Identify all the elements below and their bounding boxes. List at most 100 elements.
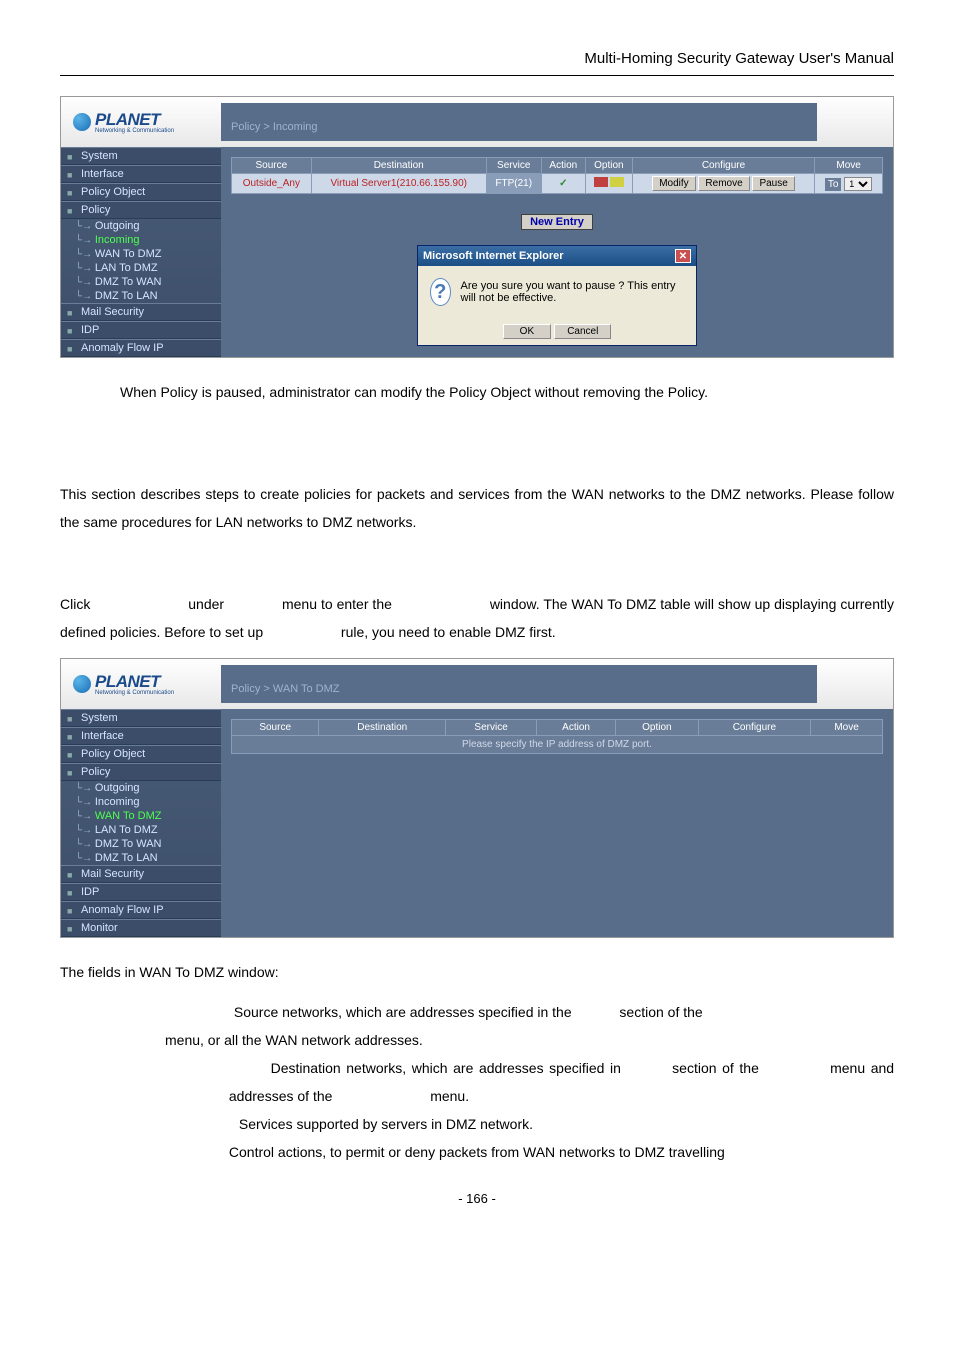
logo-text: PLANET (95, 110, 160, 129)
option-icon-1[interactable] (594, 177, 608, 187)
folder-icon (67, 767, 77, 777)
logo-tagline: Networking & Communication (95, 128, 174, 134)
sidebar-item-wan-to-dmz[interactable]: WAN To DMZ (61, 809, 221, 823)
col-option: Option (616, 720, 699, 736)
def-destination: Destination networks, which are addresse… (165, 1054, 894, 1110)
fields-intro: The fields in WAN To DMZ window: (60, 958, 894, 986)
close-icon[interactable]: ✕ (675, 249, 691, 263)
sidebar-item-lan-to-dmz[interactable]: LAN To DMZ (61, 823, 221, 837)
sidebar-item-interface[interactable]: Interface (61, 727, 221, 745)
folder-icon (67, 869, 77, 879)
def-service: Services supported by servers in DMZ net… (165, 1110, 894, 1138)
folder-icon (67, 325, 77, 335)
policy-table: Source Destination Service Action Option… (231, 157, 883, 194)
sidebar-item-system[interactable]: System (61, 147, 221, 165)
sidebar-item-policy[interactable]: Policy (61, 201, 221, 219)
cell-destination: Virtual Server1(210.66.155.90) (311, 174, 486, 194)
sidebar-item-outgoing[interactable]: Outgoing (61, 781, 221, 795)
page-number: - 166 - (60, 1191, 894, 1206)
sidebar-item-system[interactable]: System (61, 709, 221, 727)
col-configure: Configure (632, 158, 814, 174)
folder-icon (67, 923, 77, 933)
col-service: Service (446, 720, 537, 736)
pause-button[interactable]: Pause (752, 176, 794, 191)
cell-option (585, 174, 632, 194)
sidebar-item-interface[interactable]: Interface (61, 165, 221, 183)
cancel-button[interactable]: Cancel (554, 324, 611, 339)
logo-tagline: Networking & Communication (95, 690, 174, 696)
cell-action (541, 174, 585, 194)
def-source: Source networks, which are addresses spe… (165, 998, 894, 1054)
move-select[interactable]: 1 (844, 177, 872, 191)
cell-service: FTP(21) (486, 174, 541, 194)
confirm-dialog: Microsoft Internet Explorer ✕ ? Are you … (417, 245, 697, 346)
sidebar-item-dmz-to-lan[interactable]: DMZ To LAN (61, 851, 221, 865)
table-row: Outside_Any Virtual Server1(210.66.155.9… (232, 174, 883, 194)
sidebar-item-anomaly-flow-ip[interactable]: Anomaly Flow IP (61, 901, 221, 919)
folder-icon (67, 343, 77, 353)
col-source: Source (232, 720, 319, 736)
sidebar-item-policy[interactable]: Policy (61, 763, 221, 781)
col-configure: Configure (698, 720, 810, 736)
sidebar-item-policy-object[interactable]: Policy Object (61, 745, 221, 763)
permit-icon (556, 178, 570, 188)
col-action: Action (541, 158, 585, 174)
folder-icon (67, 169, 77, 179)
folder-icon (67, 151, 77, 161)
folder-icon (67, 307, 77, 317)
page-title: Multi-Homing Security Gateway User's Man… (60, 50, 894, 67)
sidebar: System Interface Policy Object Policy Ou… (61, 709, 221, 937)
sidebar-item-outgoing[interactable]: Outgoing (61, 219, 221, 233)
planet-globe-icon (73, 675, 91, 693)
app-topbar: PLANET Networking & Communication Policy… (61, 97, 893, 147)
section-description: This section describes steps to create p… (60, 480, 894, 536)
col-service: Service (486, 158, 541, 174)
folder-icon (67, 905, 77, 915)
breadcrumb: Policy > WAN To DMZ (221, 665, 817, 703)
modify-button[interactable]: Modify (652, 176, 695, 191)
app-topbar: PLANET Networking & Communication Policy… (61, 659, 893, 709)
sidebar-item-policy-object[interactable]: Policy Object (61, 183, 221, 201)
question-icon: ? (430, 278, 451, 306)
breadcrumb: Policy > Incoming (221, 103, 817, 141)
def-action: Control actions, to permit or deny packe… (165, 1138, 894, 1166)
folder-icon (67, 205, 77, 215)
sidebar-item-dmz-to-wan[interactable]: DMZ To WAN (61, 837, 221, 851)
sidebar-item-idp[interactable]: IDP (61, 321, 221, 339)
sidebar-item-wan-to-dmz[interactable]: WAN To DMZ (61, 247, 221, 261)
sidebar-item-dmz-to-wan[interactable]: DMZ To WAN (61, 275, 221, 289)
sidebar-item-incoming[interactable]: Incoming (61, 233, 221, 247)
sidebar-item-lan-to-dmz[interactable]: LAN To DMZ (61, 261, 221, 275)
folder-icon (67, 887, 77, 897)
col-action: Action (537, 720, 616, 736)
sidebar-item-monitor[interactable]: Monitor (61, 919, 221, 937)
click-instruction: Click under menu to enter the window. Th… (60, 590, 894, 646)
logo: PLANET Networking & Communication (61, 672, 221, 696)
ok-button[interactable]: OK (503, 324, 551, 339)
planet-globe-icon (73, 113, 91, 131)
divider (60, 75, 894, 76)
sidebar-item-mail-security[interactable]: Mail Security (61, 865, 221, 883)
dialog-message: Are you sure you want to pause ? This en… (461, 280, 684, 304)
col-move: Move (815, 158, 883, 174)
new-entry-button[interactable]: New Entry (521, 214, 593, 230)
pause-note: When Policy is paused, administrator can… (120, 378, 894, 406)
remove-button[interactable]: Remove (698, 176, 749, 191)
sidebar-item-idp[interactable]: IDP (61, 883, 221, 901)
folder-icon (67, 187, 77, 197)
folder-icon (67, 731, 77, 741)
folder-icon (67, 713, 77, 723)
move-to-label: To (825, 178, 842, 191)
col-move: Move (811, 720, 883, 736)
col-destination: Destination (319, 720, 446, 736)
sidebar-item-mail-security[interactable]: Mail Security (61, 303, 221, 321)
screenshot-wan-to-dmz: PLANET Networking & Communication Policy… (60, 658, 894, 938)
col-option: Option (585, 158, 632, 174)
policy-table: Source Destination Service Action Option… (231, 719, 883, 736)
sidebar-item-incoming[interactable]: Incoming (61, 795, 221, 809)
option-icon-2[interactable] (610, 177, 624, 187)
dialog-title-text: Microsoft Internet Explorer (423, 250, 564, 262)
sidebar-item-dmz-to-lan[interactable]: DMZ To LAN (61, 289, 221, 303)
sidebar-item-anomaly-flow-ip[interactable]: Anomaly Flow IP (61, 339, 221, 357)
dmz-placeholder: Please specify the IP address of DMZ por… (231, 736, 883, 754)
